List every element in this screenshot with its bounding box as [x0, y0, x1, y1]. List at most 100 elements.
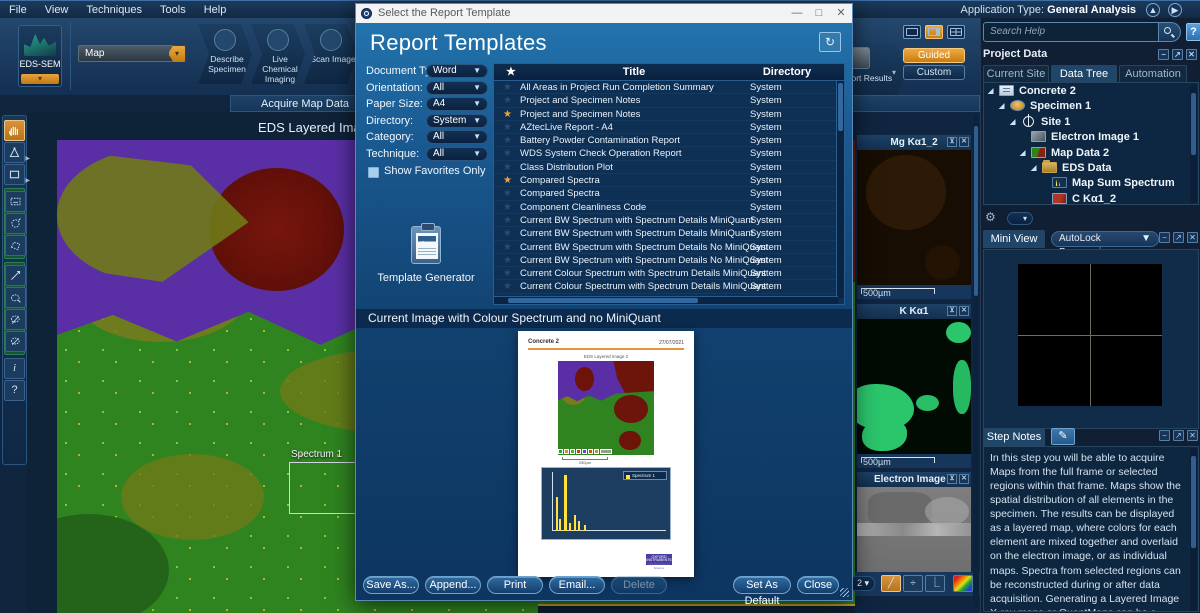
- mg-map-header[interactable]: Mg Kα1_2 ⊻✕: [857, 135, 971, 150]
- table-row[interactable]: ★ Current BW Spectrum with Spectrum Deta…: [494, 214, 838, 227]
- menu-item[interactable]: Tools: [151, 1, 195, 19]
- favorite-star-icon[interactable]: ★: [503, 227, 512, 240]
- expander-icon[interactable]: ◢: [1010, 118, 1015, 126]
- table-row[interactable]: ★ AZtecLive Report - A4 System: [494, 121, 838, 134]
- table-row[interactable]: ★ Project and Specimen Notes System: [494, 94, 838, 107]
- favorite-star-icon[interactable]: ★: [503, 108, 512, 121]
- workflow-step[interactable]: Describe Specimen: [198, 24, 252, 84]
- polygon-region-tool[interactable]: [5, 235, 26, 256]
- minimize-icon[interactable]: −: [1159, 430, 1170, 441]
- favorite-star-icon[interactable]: ★: [503, 81, 512, 94]
- search-input[interactable]: Search Help: [983, 22, 1159, 42]
- lut-rainbow-button[interactable]: [953, 575, 973, 592]
- favorite-star-icon[interactable]: ★: [503, 121, 512, 134]
- workflow-step[interactable]: Scan Image: [304, 24, 358, 84]
- help-button[interactable]: ?: [1186, 23, 1200, 41]
- project-data-tab[interactable]: Automation: [1119, 65, 1187, 82]
- menu-item[interactable]: Techniques: [77, 1, 151, 19]
- rectangle-select-tool[interactable]: ▶: [4, 164, 25, 185]
- close-icon[interactable]: ✕: [959, 137, 969, 147]
- next-step-button[interactable]: ▶: [1168, 3, 1182, 17]
- expand-icon[interactable]: ↗: [1173, 232, 1184, 243]
- grid-region-tool[interactable]: [5, 191, 26, 212]
- tree-item[interactable]: ◢ Map Data 2: [984, 145, 1198, 160]
- tree-item[interactable]: ◢ Site 1: [984, 114, 1198, 129]
- table-row[interactable]: ★ Class Distribution Plot System: [494, 161, 838, 174]
- step-notes-scrollbar[interactable]: [1190, 448, 1197, 612]
- favorite-star-icon[interactable]: ★: [503, 147, 512, 160]
- tree-item[interactable]: ◢ Concrete 2: [984, 83, 1198, 98]
- expand-icon[interactable]: ↗: [1173, 430, 1184, 441]
- close-icon[interactable]: ✕: [1187, 430, 1198, 441]
- favorite-star-icon[interactable]: ★: [503, 94, 512, 107]
- table-row[interactable]: ★ Component Cleanliness Code System: [494, 201, 838, 214]
- table-horizontal-scrollbar[interactable]: [494, 296, 838, 304]
- mini-view-dropdown[interactable]: AutoLock Progression▼: [1051, 231, 1159, 247]
- favorite-star-icon[interactable]: ★: [503, 161, 512, 174]
- help-tool[interactable]: ?: [4, 380, 25, 401]
- favorite-star-icon[interactable]: ★: [503, 267, 512, 280]
- refresh-button[interactable]: ↻: [819, 32, 841, 52]
- table-row[interactable]: ★ WDS System Check Operation Report Syst…: [494, 147, 838, 160]
- footer-button[interactable]: Append...: [425, 576, 481, 594]
- close-icon[interactable]: ✕: [959, 474, 969, 484]
- spectrum-region-box[interactable]: [289, 462, 359, 514]
- table-row[interactable]: ★ Compared Spectra System: [494, 187, 838, 200]
- close-icon[interactable]: ✕: [830, 4, 852, 23]
- layout-grid-button[interactable]: [947, 25, 965, 39]
- menu-item[interactable]: File: [0, 1, 36, 19]
- favorite-star-icon[interactable]: ★: [503, 241, 512, 254]
- favorite-star-icon[interactable]: ★: [503, 187, 512, 200]
- minimize-icon[interactable]: −: [1158, 49, 1169, 60]
- tree-scrollbar[interactable]: [1190, 85, 1197, 203]
- favorite-star-icon[interactable]: ★: [503, 174, 512, 187]
- expander-icon[interactable]: ◢: [988, 87, 993, 95]
- filter-dropdown[interactable]: Word▼: [426, 64, 488, 78]
- layout-split-button[interactable]: [925, 25, 943, 39]
- electron-image-header[interactable]: Electron Image 1 ⊻✕: [857, 472, 971, 487]
- filter-dropdown[interactable]: All▼: [426, 147, 488, 161]
- custom-button[interactable]: Custom: [903, 65, 965, 80]
- pan-hand-tool[interactable]: [4, 120, 25, 141]
- filter-dropdown[interactable]: All▼: [426, 81, 488, 95]
- filter-dropdown[interactable]: A4▼: [426, 97, 488, 111]
- search-button[interactable]: [1159, 22, 1181, 42]
- line-tool[interactable]: [5, 265, 26, 286]
- table-row[interactable]: ★ Project and Specimen Notes System: [494, 108, 838, 121]
- show-favorites-checkbox[interactable]: [368, 167, 379, 178]
- favorite-star-icon[interactable]: ★: [503, 280, 512, 293]
- table-row[interactable]: ★ All Areas in Project Run Completion Su…: [494, 81, 838, 94]
- minimize-icon[interactable]: —: [786, 4, 808, 23]
- expander-icon[interactable]: ◢: [1031, 164, 1036, 172]
- technique-dropdown-strip[interactable]: ▾: [21, 74, 59, 84]
- step-notes-tab[interactable]: Step Notes: [983, 428, 1045, 446]
- mini-view-tab[interactable]: Mini View: [983, 230, 1045, 248]
- pin-icon[interactable]: ⊻: [947, 306, 957, 316]
- k-map-image[interactable]: [857, 319, 971, 454]
- footer-button[interactable]: Email...: [549, 576, 605, 594]
- workflow-step[interactable]: Live Chemical Imaging: [251, 24, 305, 84]
- eds-sem-tile[interactable]: EDS-SEM ▾: [18, 25, 62, 87]
- tree-item[interactable]: Map Sum Spectrum: [984, 175, 1198, 190]
- tree-item[interactable]: Electron Image 1: [984, 129, 1198, 144]
- tree-options-dropdown[interactable]: ▾: [1007, 212, 1033, 225]
- minimize-icon[interactable]: −: [1159, 232, 1170, 243]
- annotation-tool[interactable]: ▶: [4, 142, 25, 163]
- favorite-star-icon[interactable]: ★: [506, 64, 516, 80]
- lasso-subtract-tool[interactable]: [5, 309, 26, 330]
- filter-dropdown[interactable]: System▼: [426, 114, 488, 128]
- divide-button[interactable]: ÷: [903, 575, 923, 592]
- collapse-ribbon-button[interactable]: ▲: [1146, 3, 1160, 17]
- rotate-region-tool[interactable]: [5, 213, 26, 234]
- info-tool[interactable]: i: [4, 358, 25, 379]
- pin-icon[interactable]: ⊻: [947, 137, 957, 147]
- lasso-intersect-tool[interactable]: [5, 331, 26, 352]
- edit-notes-button[interactable]: ✎: [1051, 428, 1075, 445]
- table-row[interactable]: ★ Battery Powder Contamination Report Sy…: [494, 134, 838, 147]
- lasso-add-tool[interactable]: [5, 287, 26, 308]
- table-vertical-scrollbar[interactable]: [836, 81, 844, 298]
- guided-button[interactable]: Guided: [903, 48, 965, 63]
- resize-grip[interactable]: [840, 588, 849, 597]
- mg-map-image[interactable]: [857, 150, 971, 285]
- maximize-icon[interactable]: □: [808, 4, 830, 23]
